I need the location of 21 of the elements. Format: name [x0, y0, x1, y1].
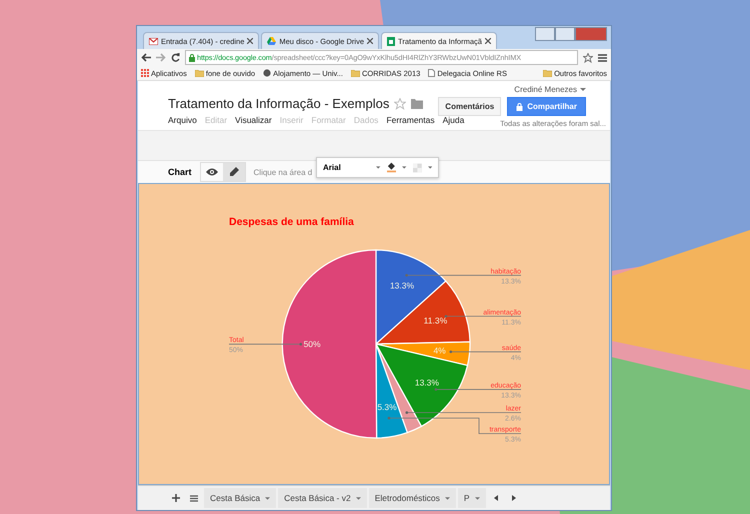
slice-label: 13.3% — [390, 280, 414, 291]
chart-label: Chart — [168, 167, 192, 177]
sheet-tab[interactable]: Cesta Básica — [204, 488, 276, 508]
font-dropdown[interactable]: Arial — [323, 163, 370, 172]
menu-item[interactable]: Ferramentas — [386, 115, 435, 125]
slice-label: 11.3% — [424, 315, 448, 326]
document-title: Tratamento da Informação - Exemplos — [168, 96, 390, 111]
user-name[interactable]: Crediné Menezes — [514, 85, 577, 94]
hint-text: Clique na área d — [254, 168, 312, 176]
slice-label: 5.3% — [377, 402, 397, 412]
menu-item[interactable]: Visualizar — [235, 115, 272, 125]
sheet-tab[interactable]: Eletrodomésticos — [368, 488, 456, 508]
sheet-tab[interactable]: Cesta Básica - v2 — [278, 488, 367, 508]
slice-label: 50% — [304, 339, 321, 350]
slice-label: 13.3% — [414, 378, 439, 388]
slice-label: 4% — [433, 346, 446, 356]
sheet-tab[interactable]: P — [458, 488, 486, 508]
comments-button[interactable]: Comentários — [438, 97, 502, 116]
menu-item[interactable]: Ajuda — [442, 115, 464, 125]
chart-title: Despesas de uma família — [229, 216, 354, 228]
menu-item[interactable]: Arquivo — [168, 115, 197, 125]
